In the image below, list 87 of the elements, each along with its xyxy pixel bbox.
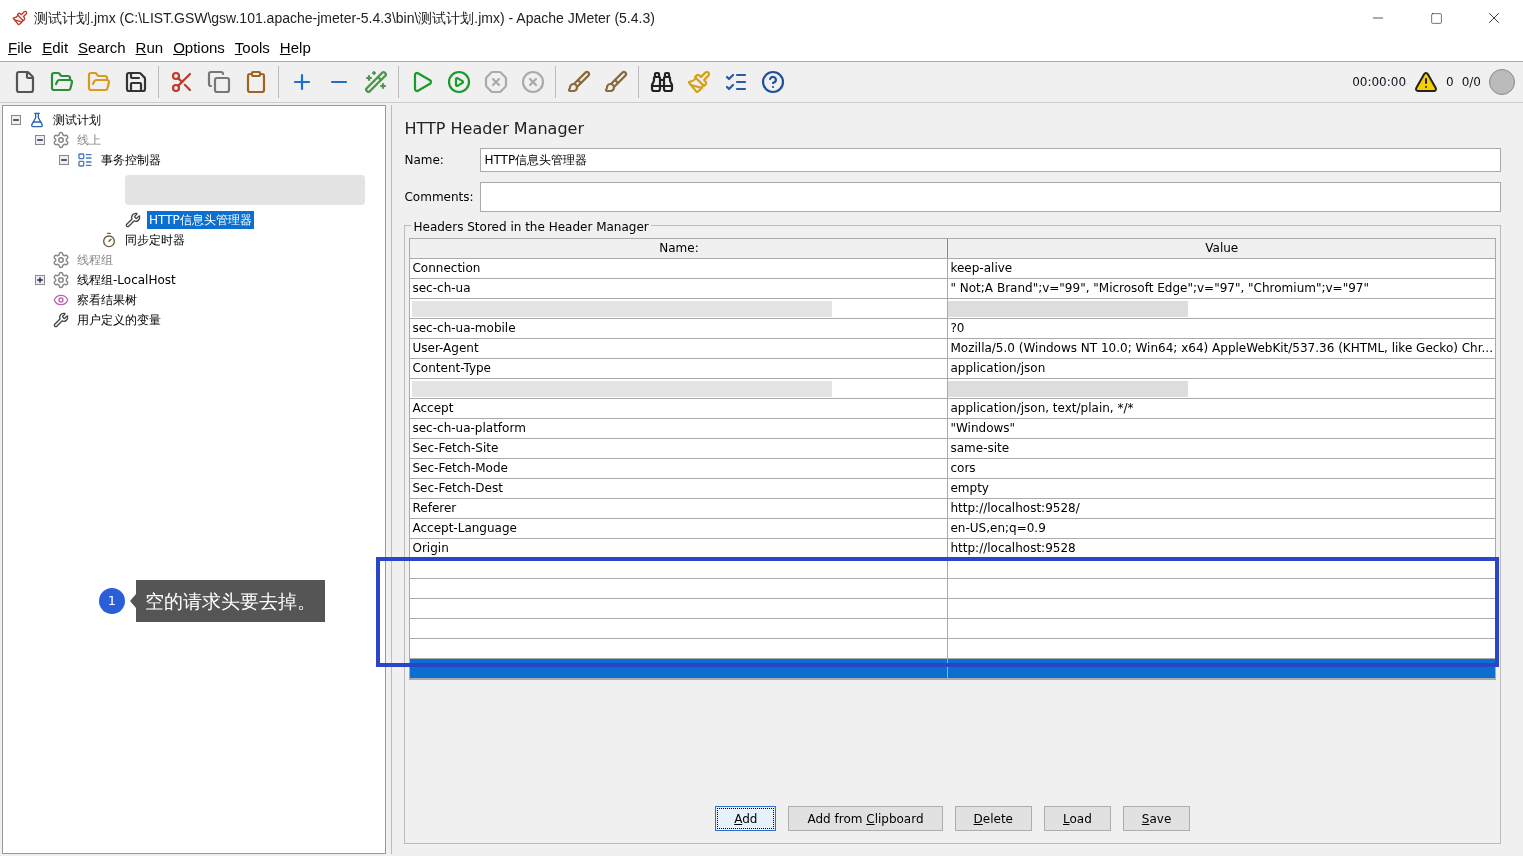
maximize-icon[interactable] [1429,11,1443,25]
table-cell-text: http://localhost:9528/ [949,500,1081,517]
menu-item[interactable]: Run [131,37,168,60]
table-cell-text: ?0 [949,320,966,337]
menu-item[interactable]: Help [275,37,315,60]
warning-icon [1414,69,1439,94]
gear-icon [52,271,70,289]
remote-status-icon [1489,68,1515,95]
minus-icon [12,116,20,124]
menu-item[interactable]: File [4,37,37,60]
table-row[interactable]: sec-ch-ua " Not;A Brand";v="99", "Microsoft Edge";v="97", "Chromium";v="97" [410,279,1495,299]
menu-item[interactable]: Edit [38,37,73,60]
table-cell: Sec-Fetch-Site [410,439,949,458]
toolbar-button[interactable]: Add [715,806,777,831]
gear-icon [52,131,70,149]
toolbar-button[interactable]: Save [1122,806,1191,831]
table-cell-text: same-site [949,440,1011,457]
table-cell: Content-Type [410,359,949,378]
table-cell-text: keep-alive [949,260,1014,277]
collapse-toggle[interactable] [11,115,21,125]
toolbar-button[interactable]: Load [1044,806,1111,831]
table-row[interactable]: sec-ch-ua-mobile ?0 [410,319,1495,339]
table-cell: Sec-Fetch-Dest [410,479,949,498]
thread-count: 0/0 [1461,73,1481,91]
menu-item[interactable]: Tools [230,37,274,60]
expand-toggle[interactable] [35,275,45,285]
menu-item[interactable]: Search [74,37,130,60]
elapsed-time: 00:00:00 [1352,73,1407,91]
table-cell-text: application/json, text/plain, */* [949,400,1135,417]
minus-icon [36,136,44,144]
table-row[interactable]: Content-Type application/json [410,359,1495,379]
annotation-tooltip: 空的请求头要去掉。 [136,580,325,622]
wrench-icon [53,312,69,328]
table-row[interactable]: Accept-Language en-US,en;q=0.9 [410,519,1495,539]
table-row[interactable]: Sec-Fetch-Mode cors [410,459,1495,479]
tree-item[interactable]: 线程组-LocalHost [75,271,178,289]
table-row[interactable]: Accept application/json, text/plain, */* [410,399,1495,419]
warning-count: 0 [1446,73,1454,91]
table-cell: sec-ch-ua [410,279,949,298]
table-row[interactable]: sec-ch-ua-platform "Windows" [410,419,1495,439]
table-cell-text: en-US,en;q=0.9 [949,520,1047,537]
name-field[interactable]: HTTP信息头管理器 [480,148,1501,172]
toolbar-button[interactable]: Add from Clipboard [788,806,943,831]
table-cell: Connection [410,259,949,278]
name-label: Name: [404,152,445,169]
table-cell: User-Agent [410,339,949,358]
comments-field[interactable] [480,182,1501,212]
table-cell: Accept [410,399,949,418]
gear-icon [52,251,70,269]
controller-icon [77,152,93,168]
table-row[interactable]: Connection keep-alive [410,259,1495,279]
table-row[interactable]: Sec-Fetch-Site same-site [410,439,1495,459]
comments-label: Comments: [404,189,475,206]
plus-icon [36,276,44,284]
table-cell: Sec-Fetch-Mode [410,459,949,478]
eye-icon [53,292,69,308]
tree-item[interactable]: 用户定义的变量 [75,311,163,329]
flask-icon [29,112,45,128]
table-cell-text: application/json [949,360,1047,377]
table-row[interactable] [410,559,1495,579]
timer-icon [101,232,117,248]
minus-icon [60,156,68,164]
table-cell-text: empty [949,480,990,497]
table-row[interactable]: Referer http://localhost:9528/ [410,499,1495,519]
column-header[interactable]: Value [948,239,1495,258]
window-title: 测试计划.jmx (C:\LIST.GSW\gsw.101.apache-jmeter-5.4.3\bin\测试计划.jmx) - Apache JMeter (5.4.3) [34,8,655,28]
table-cell: sec-ch-ua-platform [410,419,949,438]
panel-title: HTTP Header Manager [404,118,585,140]
table-cell: Accept-Language [410,519,949,538]
table-cell-text: " Not;A Brand";v="99", "Microsoft Edge";v="97", "Chromium";v="97" [949,280,1370,297]
tree-item[interactable]: 测试计划 [51,111,103,129]
table-row[interactable]: User-Agent Mozilla/5.0 (Windows NT 10.0; Win64; x64) AppleWebKit/537.36 (KHTML, like Gecko) Chr... [410,339,1495,359]
tree-item[interactable]: 察看结果树 [75,291,139,309]
table-cell: sec-ch-ua-mobile [410,319,949,338]
table-cell: Referer [410,499,949,518]
table-cell-text: "Windows" [949,420,1017,437]
table-row[interactable]: Origin http://localhost:9528 [410,539,1495,559]
group-title: Headers Stored in the Header Manager [411,218,651,236]
table-cell: Origin [410,539,949,558]
table-cell-text: cors [949,460,977,477]
menu-item[interactable]: Options [169,37,229,60]
wrench-icon [125,212,141,228]
column-header[interactable]: Name: [410,239,949,258]
table-cell-text: Mozilla/5.0 (Windows NT 10.0; Win64; x64) AppleWebKit/537.36 (KHTML, like Gecko) Chr... [949,340,1494,357]
toolbar-button[interactable]: Delete [954,806,1032,831]
table-row[interactable]: Sec-Fetch-Dest empty [410,479,1495,499]
table-cell-text: http://localhost:9528 [949,540,1077,557]
